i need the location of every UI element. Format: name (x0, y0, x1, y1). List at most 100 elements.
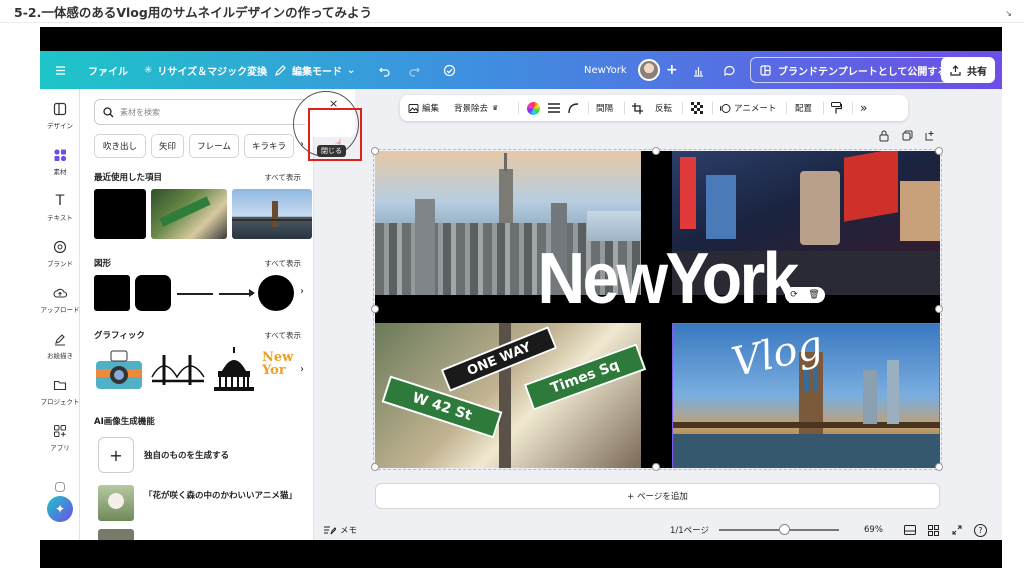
pen-icon (52, 331, 68, 347)
ai-create-button[interactable]: + (98, 437, 134, 473)
resize-handle[interactable] (935, 305, 943, 313)
arrow-head-icon (249, 289, 255, 297)
rail-item-projects[interactable]: プロジェクト (40, 377, 80, 406)
resize-handle[interactable] (371, 305, 379, 313)
toolbar-divider (712, 102, 713, 114)
recent-black-square[interactable] (94, 189, 146, 239)
resize-button[interactable]: ✳ リサイズ＆マジック変換 (144, 51, 267, 89)
crown-icon: ♛ (492, 104, 499, 112)
redo-icon[interactable] (408, 51, 421, 89)
apps-icon (52, 423, 68, 439)
file-menu[interactable]: ファイル (88, 51, 128, 89)
add-page-icon[interactable] (925, 130, 936, 141)
border-style-icon[interactable] (548, 95, 560, 121)
lock-icon[interactable] (879, 130, 889, 142)
edit-mode-dropdown[interactable]: 編集モード ⌄ (274, 51, 355, 89)
transparency-icon[interactable] (691, 95, 703, 121)
resize-handle[interactable] (371, 147, 379, 155)
rail-label: アプリ (50, 444, 70, 452)
elements-panel: 素材を検索 吹き出し 矢印 フレーム キラキラ › 最近使用した項目 すべて表示… (80, 89, 314, 540)
crop-icon[interactable] (632, 95, 643, 121)
camera-graphic[interactable] (94, 347, 146, 393)
rail-item-apps[interactable]: アプリ (40, 423, 80, 452)
grid-view-icon[interactable] (928, 520, 939, 540)
folder-icon (52, 377, 68, 393)
color-picker-icon[interactable] (527, 95, 540, 121)
template-icon (760, 64, 771, 76)
graphics-title: グラフィック (94, 331, 145, 341)
notes-icon (324, 526, 336, 535)
ai-cat-thumb[interactable] (98, 485, 134, 521)
menu-icon[interactable] (54, 51, 67, 89)
rail-item-design[interactable]: デザイン (40, 101, 80, 130)
duplicate-icon[interactable] (902, 130, 913, 141)
toolbar-divider (852, 102, 853, 114)
notes-button[interactable]: メモ (324, 520, 357, 540)
graphics-see-all[interactable]: すべて表示 (264, 330, 301, 341)
more-icon (52, 479, 68, 495)
resize-handle[interactable] (935, 463, 943, 471)
search-input[interactable]: 素材を検索 (94, 99, 313, 125)
page-view-icon[interactable] (904, 520, 916, 540)
chip-frame[interactable]: フレーム (189, 134, 239, 158)
ai-next-thumb[interactable] (98, 529, 134, 540)
ai-create-label[interactable]: 独自のものを生成する (144, 449, 229, 461)
bg-remove-button[interactable]: 背景除去 ♛ (454, 95, 498, 121)
chip-sparkle[interactable]: キラキラ (244, 134, 294, 158)
recent-see-all[interactable]: すべて表示 (264, 172, 301, 183)
recent-bridge-thumb[interactable] (232, 189, 312, 239)
insights-icon[interactable] (692, 51, 705, 89)
magic-assistant-button[interactable]: ✦ (47, 496, 73, 522)
rail-item-brand[interactable]: ブランド (40, 239, 80, 268)
rail-item-text[interactable]: T テキスト (40, 193, 80, 222)
shape-arrow[interactable] (219, 293, 253, 295)
corner-rounding-icon[interactable] (568, 95, 579, 121)
add-collaborator-icon[interactable]: + (666, 51, 678, 89)
resize-handle[interactable] (371, 463, 379, 471)
share-button[interactable]: 共有 (941, 57, 995, 83)
rail-item-uploads[interactable]: アップロード (40, 285, 80, 314)
zoom-level[interactable]: 69% (864, 520, 883, 540)
fullscreen-icon[interactable] (952, 520, 962, 540)
undo-icon[interactable] (378, 51, 391, 89)
paint-roller-icon[interactable] (831, 95, 842, 121)
ai-title: AI画像生成機能 (94, 417, 155, 427)
resize-handle[interactable] (652, 463, 660, 471)
resize-handle[interactable] (935, 147, 943, 155)
ai-example-prompt[interactable]: 「花が咲く森の中のかわいいアニメ猫」 (144, 489, 297, 503)
shapes-see-all[interactable]: すべて表示 (264, 258, 301, 269)
plus-icon: + (109, 445, 123, 465)
help-button[interactable]: ? (974, 520, 987, 540)
edit-label: 編集 (422, 104, 440, 114)
animate-button[interactable]: アニメート (720, 95, 776, 121)
zoom-slider-handle[interactable] (779, 524, 790, 535)
bridge-graphic[interactable] (150, 347, 206, 393)
flip-button[interactable]: 反転 (655, 95, 672, 121)
shape-circle[interactable] (258, 275, 294, 311)
shape-square[interactable] (94, 275, 130, 311)
cloud-saved-icon[interactable] (443, 51, 456, 89)
spacing-button[interactable]: 間隔 (596, 95, 613, 121)
chevron-right-icon[interactable]: › (300, 364, 304, 375)
more-options-icon[interactable]: » (860, 95, 867, 121)
recent-street-sign-thumb[interactable] (151, 189, 227, 239)
avatar (638, 59, 660, 81)
newyork-text-graphic[interactable]: New Yor (262, 351, 302, 391)
add-page-button[interactable]: + ページを追加 (375, 483, 940, 509)
edit-image-button[interactable]: 編集 (408, 95, 439, 121)
chip-arrow[interactable]: 矢印 (151, 134, 184, 158)
comment-icon[interactable] (723, 51, 736, 89)
chip-speech-bubble[interactable]: 吹き出し (94, 134, 146, 158)
document-title[interactable]: NewYork (584, 51, 627, 89)
rail-item-elements[interactable]: 素材 (40, 147, 80, 176)
capitol-graphic[interactable] (210, 345, 258, 393)
chevron-right-icon[interactable]: › (300, 286, 304, 297)
shape-rounded-square[interactable] (135, 275, 171, 311)
shape-line[interactable] (177, 293, 213, 295)
page-count[interactable]: 1/1ページ (670, 520, 709, 540)
collaborator-avatar[interactable] (638, 51, 660, 89)
resize-handle[interactable] (652, 147, 660, 155)
rail-item-draw[interactable]: お絵描き (40, 331, 80, 360)
publish-template-button[interactable]: ブランドテンプレートとして公開する (750, 57, 957, 83)
position-button[interactable]: 配置 (795, 95, 812, 121)
